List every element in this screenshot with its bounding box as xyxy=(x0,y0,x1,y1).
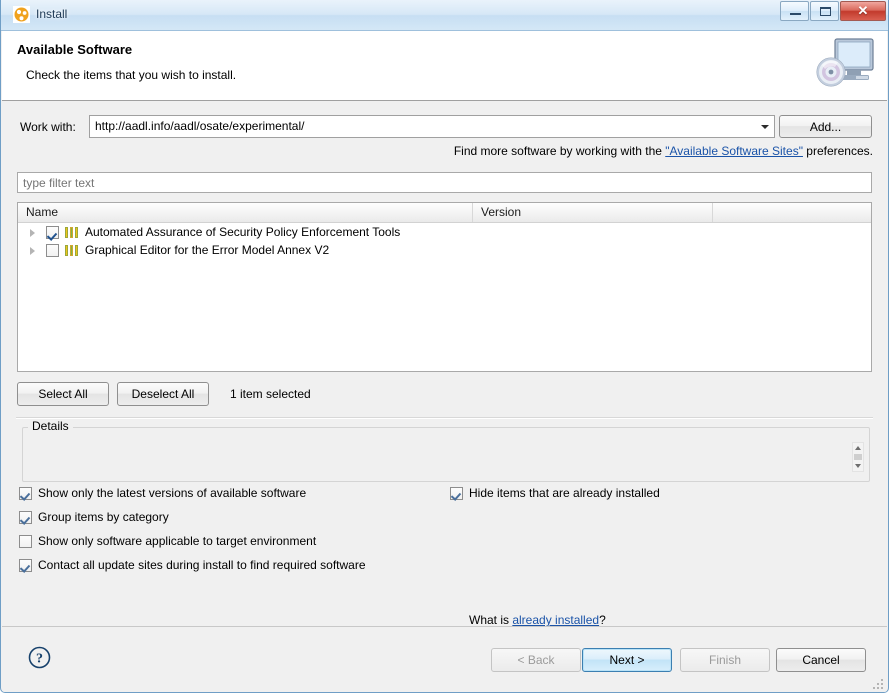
column-header-version[interactable]: Version xyxy=(473,203,713,222)
feature-icon xyxy=(65,227,80,238)
row-checkbox[interactable] xyxy=(46,244,59,257)
checkbox[interactable] xyxy=(19,511,32,524)
work-with-combo[interactable]: http://aadl.info/aadl/osate/experimental… xyxy=(89,115,775,138)
scroll-thumb[interactable] xyxy=(854,454,862,460)
cancel-button[interactable]: Cancel xyxy=(776,648,866,672)
find-more-suffix: preferences. xyxy=(802,144,873,158)
checkbox[interactable] xyxy=(19,487,32,500)
svg-text:?: ? xyxy=(36,652,43,667)
find-more-prefix: Find more software by working with the xyxy=(453,144,666,158)
minimize-icon xyxy=(790,13,801,15)
work-with-dropdown-arrow[interactable] xyxy=(756,116,774,137)
table-row-name: Graphical Editor for the Error Model Ann… xyxy=(85,243,330,257)
table-row-name: Automated Assurance of Security Policy E… xyxy=(85,225,401,239)
column-header-blank[interactable] xyxy=(713,203,871,222)
scroll-up-icon[interactable] xyxy=(855,446,861,450)
deselect-all-button[interactable]: Deselect All xyxy=(117,382,209,406)
work-with-value: http://aadl.info/aadl/osate/experimental… xyxy=(95,119,305,133)
available-software-tree[interactable]: Name Version Automated Assurance of Secu… xyxy=(17,202,872,372)
tree-body: Automated Assurance of Security Policy E… xyxy=(18,223,871,259)
option-label: Hide items that are already installed xyxy=(469,486,660,500)
column-header-name[interactable]: Name xyxy=(18,203,473,222)
scroll-down-icon[interactable] xyxy=(855,464,861,468)
filter-input[interactable] xyxy=(17,172,872,193)
dialog-body: Work with: http://aadl.info/aadl/osate/e… xyxy=(2,102,887,627)
feature-icon xyxy=(65,245,80,256)
table-row[interactable]: Automated Assurance of Security Policy E… xyxy=(18,223,871,241)
details-scrollbar[interactable] xyxy=(852,442,864,472)
close-button[interactable]: ✕ xyxy=(840,1,886,21)
close-icon: ✕ xyxy=(857,3,869,18)
available-software-sites-link[interactable]: "Available Software Sites" xyxy=(665,144,803,158)
checkbox[interactable] xyxy=(19,559,32,572)
window-controls: ✕ xyxy=(779,1,886,22)
install-dialog-window: Install ✕ Available Software Check the i… xyxy=(0,0,889,693)
add-site-button[interactable]: Add... xyxy=(779,115,872,138)
option-label: Show only the latest versions of availab… xyxy=(38,486,307,500)
osate-install-icon xyxy=(13,6,30,23)
table-row[interactable]: Graphical Editor for the Error Model Ann… xyxy=(18,241,871,259)
resize-grip[interactable] xyxy=(872,678,884,690)
maximize-icon xyxy=(820,7,831,16)
dialog-banner: Available Software Check the items that … xyxy=(2,31,887,101)
what-is-suffix: ? xyxy=(599,613,606,627)
window-title: Install xyxy=(36,7,68,21)
expand-arrow-icon[interactable] xyxy=(30,247,35,255)
option-label: Contact all update sites during install … xyxy=(38,558,366,572)
install-dialog-screen: Outline Install xyxy=(0,0,889,697)
monitor-disc-icon xyxy=(814,35,876,93)
help-icon[interactable]: ? xyxy=(28,646,51,669)
dialog-footer: ? < Back Next > Finish Cancel xyxy=(2,627,887,692)
selection-status: 1 item selected xyxy=(230,387,311,401)
option-label: Group items by category xyxy=(38,510,169,524)
page-subtitle: Check the items that you wish to install… xyxy=(26,68,237,82)
page-title: Available Software xyxy=(17,42,133,57)
work-with-label: Work with: xyxy=(20,120,76,134)
title-bar: Install ✕ xyxy=(1,0,888,31)
chevron-down-icon xyxy=(761,125,769,129)
back-button[interactable]: < Back xyxy=(491,648,581,672)
tree-header: Name Version xyxy=(18,203,871,223)
checkbox[interactable] xyxy=(19,535,32,548)
select-all-button[interactable]: Select All xyxy=(17,382,109,406)
maximize-button[interactable] xyxy=(810,1,839,21)
find-more-software-text: Find more software by working with the "… xyxy=(454,144,873,158)
expand-arrow-icon[interactable] xyxy=(30,229,35,237)
details-label: Details xyxy=(28,419,73,433)
row-checkbox[interactable] xyxy=(46,226,59,239)
finish-button[interactable]: Finish xyxy=(680,648,770,672)
divider xyxy=(16,417,873,419)
what-is-prefix: What is xyxy=(469,613,513,627)
checkbox[interactable] xyxy=(450,487,463,500)
work-with-row: Work with: http://aadl.info/aadl/osate/e… xyxy=(2,115,887,139)
details-group xyxy=(22,427,870,482)
next-button[interactable]: Next > xyxy=(582,648,672,672)
option-label: Show only software applicable to target … xyxy=(38,534,317,548)
what-is-already-installed: What is already installed? xyxy=(469,613,606,627)
already-installed-link[interactable]: already installed xyxy=(512,613,599,627)
minimize-button[interactable] xyxy=(780,1,809,21)
